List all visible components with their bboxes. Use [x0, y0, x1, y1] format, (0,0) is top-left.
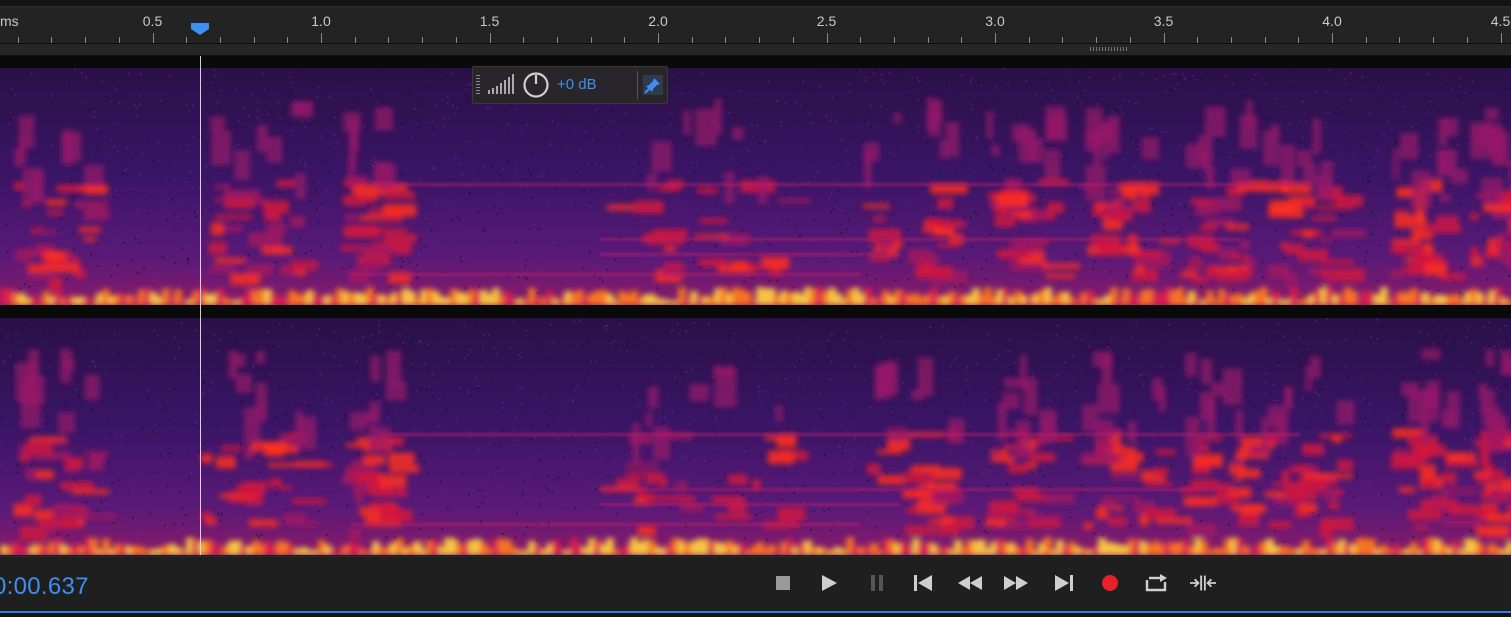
ruler-tick [1130, 37, 1131, 43]
ruler-tick [557, 37, 558, 43]
track-top-gap [0, 56, 1511, 68]
loop-icon [1145, 574, 1167, 592]
ruler-tick [1298, 37, 1299, 43]
grip-icon[interactable] [476, 75, 480, 95]
ruler-label: 2.0 [648, 13, 668, 29]
go-to-end-button[interactable] [1051, 570, 1077, 596]
rewind-icon [958, 576, 982, 590]
fast-forward-icon [1004, 576, 1028, 590]
ruler-tick [1164, 33, 1165, 43]
ruler-tick [725, 37, 726, 43]
ruler-tick [321, 33, 322, 43]
ruler-tick [1366, 37, 1367, 43]
top-edge [0, 0, 1511, 7]
ruler-tick [220, 37, 221, 43]
play-icon [822, 575, 837, 591]
ruler-tick [388, 37, 389, 43]
playhead-cursor-line[interactable] [200, 56, 201, 555]
spectrogram-channel-left[interactable] [0, 68, 1511, 305]
ruler-tick [85, 37, 86, 43]
play-button[interactable] [816, 570, 842, 596]
ruler-tick [591, 37, 592, 43]
pause-button[interactable] [864, 570, 890, 596]
ruler-tick [1096, 37, 1097, 43]
hud-separator [637, 71, 638, 99]
ruler-tick [692, 37, 693, 43]
skip-selection-button[interactable] [1190, 570, 1216, 596]
ruler-tick [658, 33, 659, 43]
skip-back-icon [914, 575, 932, 591]
ruler-tick [1433, 37, 1434, 43]
spectrogram-channel-right[interactable] [0, 318, 1511, 555]
skip-selection-icon [1190, 575, 1216, 591]
ruler-unit-label: ms [0, 13, 19, 29]
stop-button[interactable] [770, 570, 796, 596]
rewind-button[interactable] [957, 570, 983, 596]
ruler-tick [995, 33, 996, 43]
ruler-tick [186, 37, 187, 43]
ruler-label: 4.0 [1322, 13, 1342, 29]
current-time-display[interactable]: 0:00.637 [0, 573, 89, 601]
ruler-tick [860, 37, 861, 43]
loop-button[interactable] [1144, 570, 1170, 596]
ruler-tick [119, 37, 120, 43]
ruler-tick [1062, 37, 1063, 43]
ruler-tick [1197, 37, 1198, 43]
gain-knob-icon[interactable] [522, 71, 550, 99]
record-icon [1102, 575, 1118, 591]
ruler-label: 1.5 [479, 13, 500, 29]
horizontal-scrollbar[interactable] [0, 44, 1511, 56]
playhead-marker-icon[interactable] [191, 23, 209, 35]
spectrogram-image [0, 318, 1511, 555]
ruler-tick [1029, 37, 1030, 43]
ruler-tick [894, 37, 895, 43]
spectrogram-image [0, 68, 1511, 305]
ruler-tick [1399, 37, 1400, 43]
skip-forward-icon [1055, 575, 1073, 591]
channel-divider [0, 305, 1511, 318]
ruler-tick [1501, 33, 1502, 43]
ruler-tick [793, 37, 794, 43]
ruler-tick [153, 33, 154, 43]
transport-bar [0, 556, 1511, 613]
ruler-tick [624, 37, 625, 43]
gain-hud[interactable]: +0 dB [472, 66, 668, 104]
pin-icon[interactable] [643, 75, 663, 95]
scrollbar-grip-icon[interactable] [1090, 47, 1128, 51]
ruler-tick [827, 33, 828, 43]
bottom-edge [0, 613, 1511, 617]
ruler-tick [1265, 37, 1266, 43]
ruler-tick [287, 37, 288, 43]
ruler-tick [961, 37, 962, 43]
ruler-tick [1231, 37, 1232, 43]
ruler-label: 4.5 [1490, 13, 1511, 29]
ruler-tick [490, 33, 491, 43]
ruler-tick [51, 37, 52, 43]
ruler-label: 1.0 [311, 13, 331, 29]
time-ruler[interactable]: ms 0.5 1.0 1.5 2.0 2.5 3.0 3.5 4.0 4.5 [0, 7, 1511, 44]
ruler-tick [759, 37, 760, 43]
ruler-tick [928, 37, 929, 43]
fast-forward-button[interactable] [1003, 570, 1029, 596]
ruler-tick [355, 37, 356, 43]
ruler-label: 3.5 [1153, 13, 1174, 29]
ruler-label: 2.5 [816, 13, 837, 29]
go-to-start-button[interactable] [910, 570, 936, 596]
volume-meter-icon [488, 74, 514, 94]
ruler-tick [456, 37, 457, 43]
ruler-tick [18, 37, 19, 43]
ruler-tick [1467, 37, 1468, 43]
ruler-tick [1332, 33, 1333, 43]
ruler-tick [523, 37, 524, 43]
ruler-label: 0.5 [142, 13, 163, 29]
stop-icon [776, 576, 790, 590]
record-button[interactable] [1097, 570, 1123, 596]
gain-value[interactable]: +0 dB [557, 76, 597, 93]
pause-icon [871, 575, 883, 591]
ruler-label: 3.0 [985, 13, 1005, 29]
ruler-tick [422, 37, 423, 43]
ruler-tick [254, 37, 255, 43]
